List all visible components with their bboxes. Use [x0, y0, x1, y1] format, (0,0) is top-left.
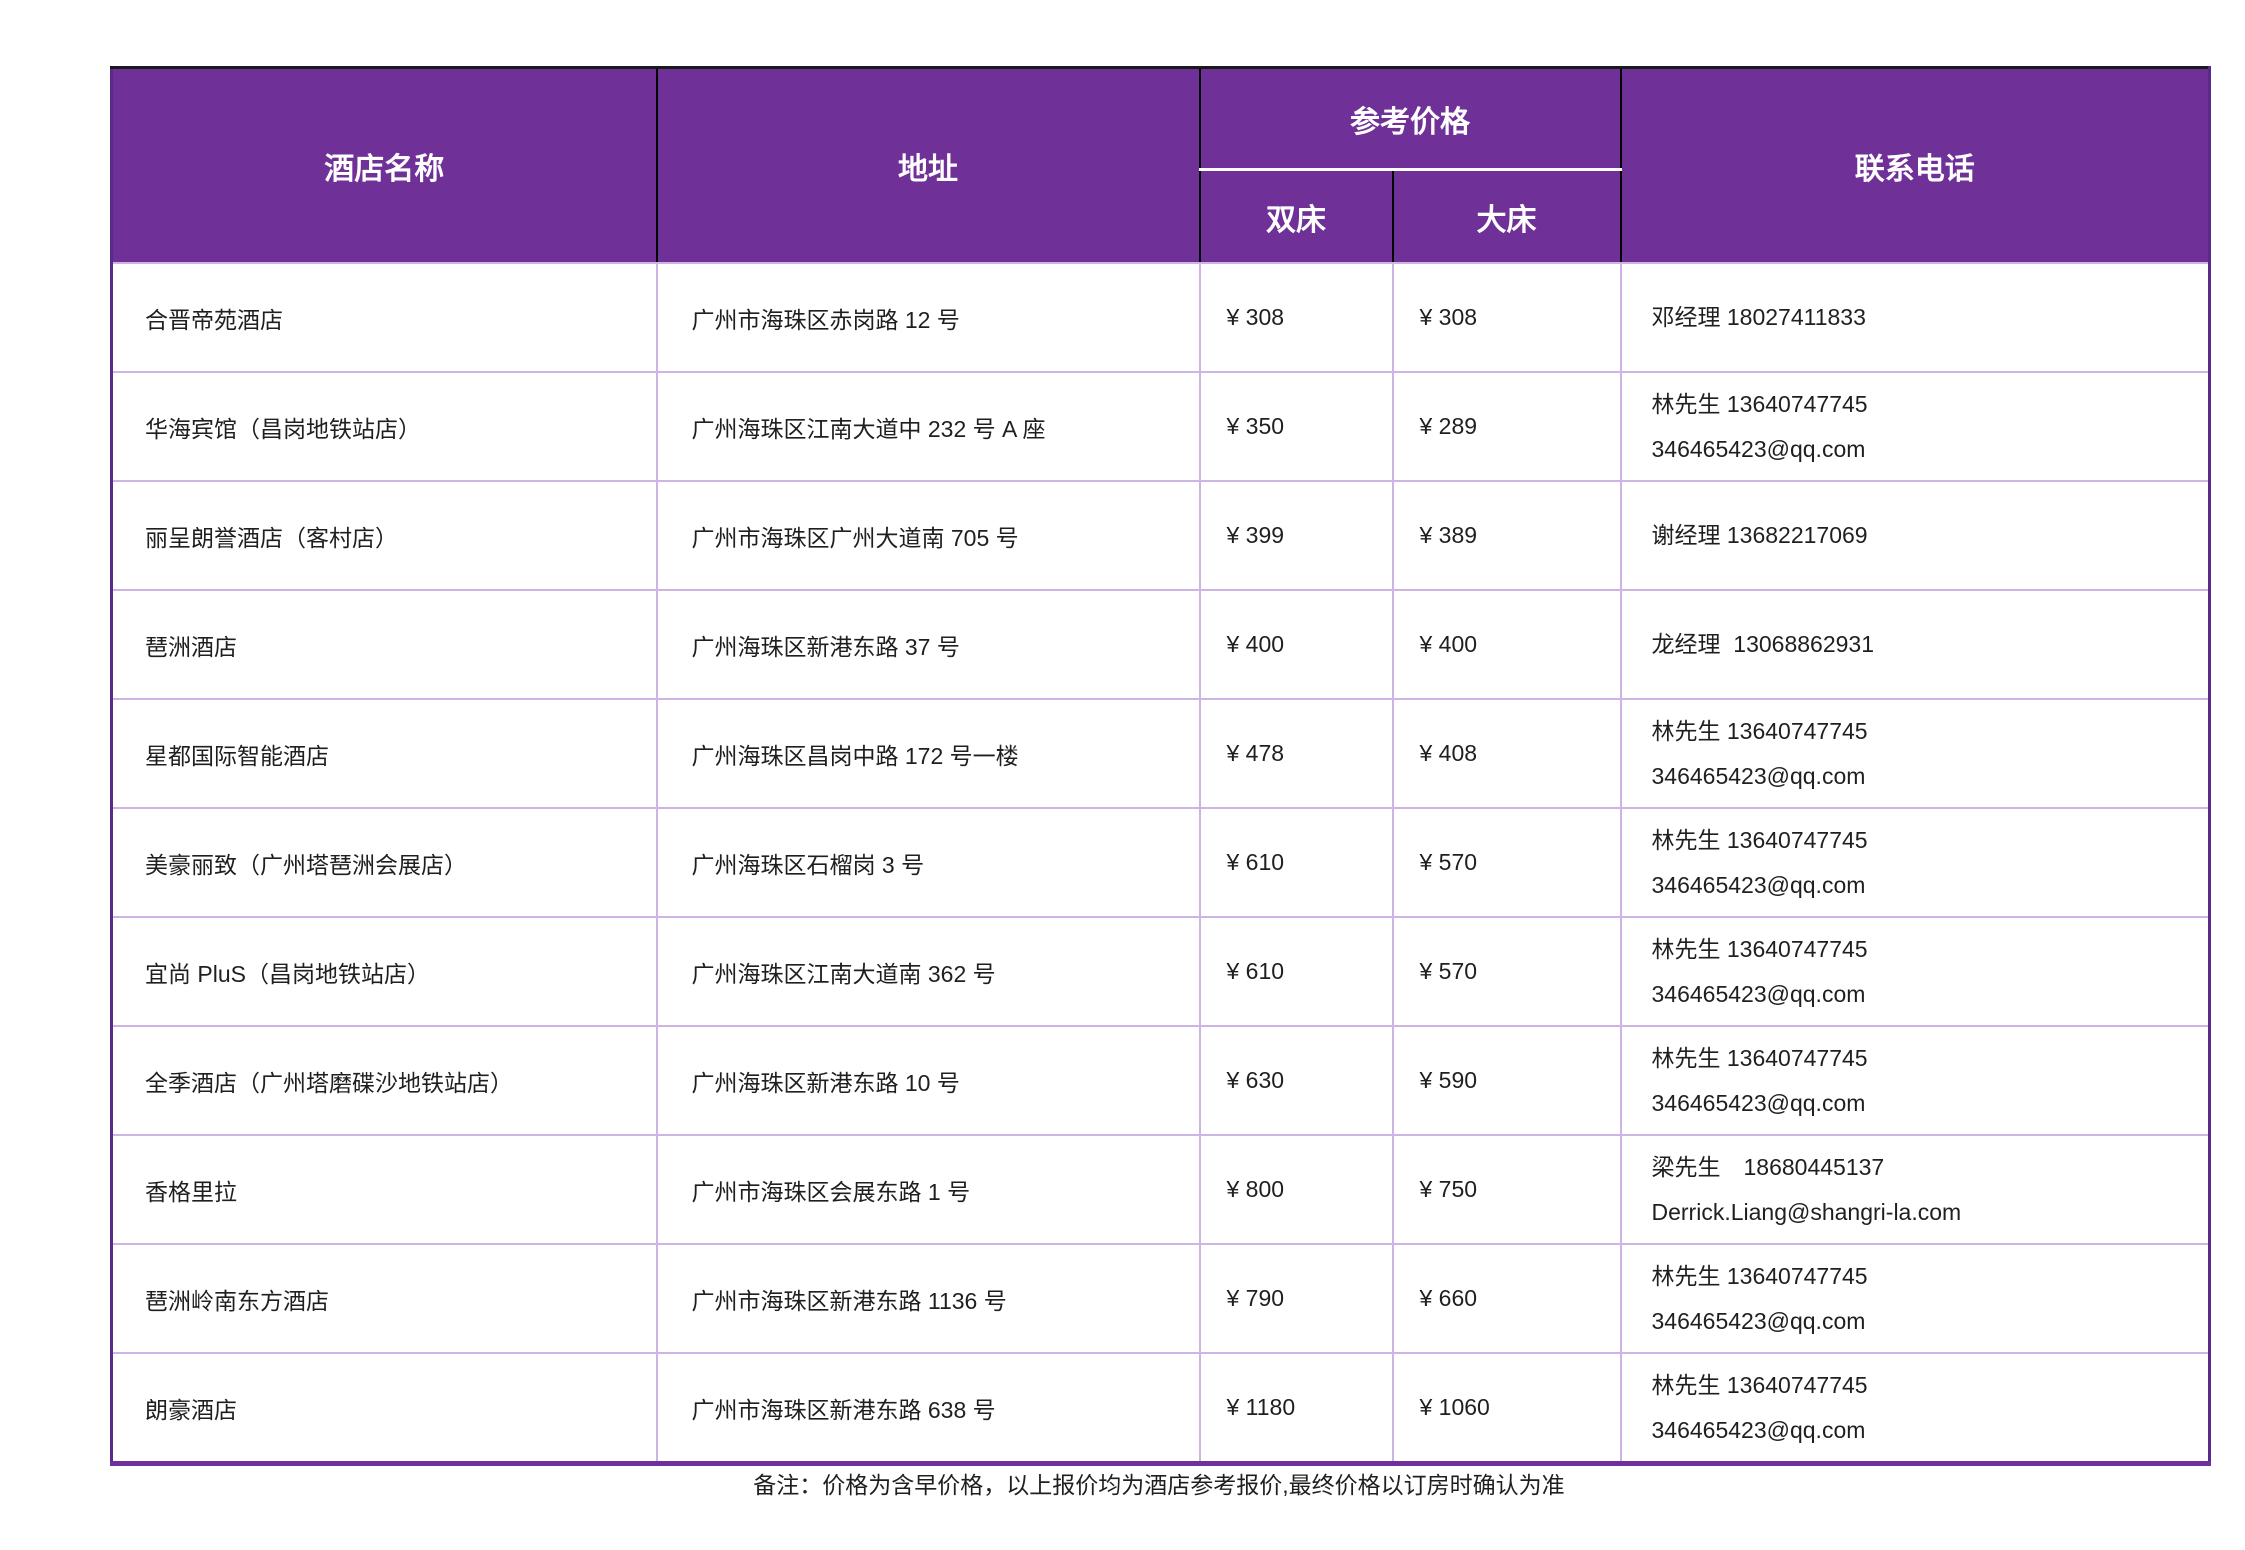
address-cell: 广州市海珠区新港东路 1136 号	[655, 1243, 1201, 1354]
king-price-cell: ¥ 660	[1391, 1243, 1622, 1354]
table-body: 合晋帝苑酒店 广州市海珠区赤岗路 12 号 ¥ 308 ¥ 308 邓经理 18…	[110, 262, 2211, 1465]
contact-line: 346465423@qq.com	[1651, 980, 1866, 1007]
column-header-price-group: 参考价格	[1198, 67, 1621, 171]
table-row: 美豪丽致（广州塔琶洲会展店） 广州海珠区石榴岗 3 号 ¥ 610 ¥ 570 …	[110, 807, 2211, 918]
contact-line: 346465423@qq.com	[1651, 1089, 1866, 1116]
twin-price-cell: ¥ 478	[1198, 698, 1394, 809]
table-row: 香格里拉 广州市海珠区会展东路 1 号 ¥ 800 ¥ 750 梁先生 1868…	[110, 1134, 2211, 1245]
king-price-cell: ¥ 408	[1391, 698, 1622, 809]
hotel-name-cell: 星都国际智能酒店	[110, 698, 658, 809]
contact-line: 林先生 13640747745	[1651, 1044, 1868, 1071]
contact-cell: 梁先生 18680445137 Derrick.Liang@shangri-la…	[1619, 1134, 2211, 1245]
column-header-address: 地址	[655, 67, 1200, 264]
hotel-name-cell: 朗豪酒店	[110, 1352, 658, 1465]
contact-cell: 谢经理 13682217069	[1619, 480, 2211, 591]
hotel-name-cell: 全季酒店（广州塔磨碟沙地铁站店）	[110, 1025, 658, 1136]
king-price-cell: ¥ 750	[1391, 1134, 1622, 1245]
contact-cell: 林先生 13640747745 346465423@qq.com	[1619, 807, 2211, 918]
contact-line: 346465423@qq.com	[1651, 435, 1866, 462]
king-price-cell: ¥ 590	[1391, 1025, 1622, 1136]
address-cell: 广州市海珠区赤岗路 12 号	[655, 262, 1201, 373]
contact-cell: 林先生 13640747745 346465423@qq.com	[1619, 1243, 2211, 1354]
twin-price-cell: ¥ 1180	[1198, 1352, 1394, 1465]
contact-line: 林先生 13640747745	[1651, 935, 1868, 962]
address-cell: 广州海珠区江南大道南 362 号	[655, 916, 1201, 1027]
contact-line: 林先生 13640747745	[1651, 826, 1868, 853]
table-row: 朗豪酒店 广州市海珠区新港东路 638 号 ¥ 1180 ¥ 1060 林先生 …	[110, 1352, 2211, 1465]
twin-price-cell: ¥ 400	[1198, 589, 1394, 700]
twin-price-cell: ¥ 610	[1198, 807, 1394, 918]
contact-cell: 林先生 13640747745 346465423@qq.com	[1619, 1352, 2211, 1465]
address-cell: 广州海珠区石榴岗 3 号	[655, 807, 1201, 918]
twin-price-cell: ¥ 630	[1198, 1025, 1394, 1136]
twin-price-cell: ¥ 610	[1198, 916, 1394, 1027]
king-price-cell: ¥ 1060	[1391, 1352, 1622, 1465]
column-header-phone: 联系电话	[1619, 67, 2210, 264]
king-price-cell: ¥ 289	[1391, 371, 1622, 482]
king-price-cell: ¥ 308	[1391, 262, 1622, 373]
column-header-king-bed: 大床	[1391, 168, 1621, 264]
hotel-name-cell: 美豪丽致（广州塔琶洲会展店）	[110, 807, 658, 918]
contact-line: 林先生 13640747745	[1651, 390, 1868, 417]
column-header-twin-bed: 双床	[1198, 168, 1393, 264]
twin-price-cell: ¥ 399	[1198, 480, 1394, 591]
contact-cell: 林先生 13640747745 346465423@qq.com	[1619, 698, 2211, 809]
contact-line: 346465423@qq.com	[1651, 1416, 1866, 1443]
contact-cell: 林先生 13640747745 346465423@qq.com	[1619, 371, 2211, 482]
contact-cell: 林先生 13640747745 346465423@qq.com	[1619, 916, 2211, 1027]
address-cell: 广州市海珠区新港东路 638 号	[655, 1352, 1201, 1465]
hotel-price-table: 酒店名称 地址 参考价格 联系电话 双床 大床 合晋帝苑酒店 广州市海珠区赤岗路…	[110, 66, 2211, 1466]
hotel-name-cell: 丽呈朗誉酒店（客村店）	[110, 480, 658, 591]
table-row: 星都国际智能酒店 广州海珠区昌岗中路 172 号一楼 ¥ 478 ¥ 408 林…	[110, 698, 2211, 809]
address-cell: 广州海珠区江南大道中 232 号 A 座	[655, 371, 1201, 482]
hotel-name-cell: 香格里拉	[110, 1134, 658, 1245]
table-row: 全季酒店（广州塔磨碟沙地铁站店） 广州海珠区新港东路 10 号 ¥ 630 ¥ …	[110, 1025, 2211, 1136]
table-row: 华海宾馆（昌岗地铁站店） 广州海珠区江南大道中 232 号 A 座 ¥ 350 …	[110, 371, 2211, 482]
contact-line: 林先生 13640747745	[1651, 1371, 1868, 1398]
contact-cell: 林先生 13640747745 346465423@qq.com	[1619, 1025, 2211, 1136]
contact-cell: 邓经理 18027411833	[1619, 262, 2211, 373]
table-row: 合晋帝苑酒店 广州市海珠区赤岗路 12 号 ¥ 308 ¥ 308 邓经理 18…	[110, 262, 2211, 373]
address-cell: 广州市海珠区会展东路 1 号	[655, 1134, 1201, 1245]
table-row: 琶洲岭南东方酒店 广州市海珠区新港东路 1136 号 ¥ 790 ¥ 660 林…	[110, 1243, 2211, 1354]
king-price-cell: ¥ 570	[1391, 807, 1622, 918]
king-price-cell: ¥ 570	[1391, 916, 1622, 1027]
hotel-name-cell: 琶洲岭南东方酒店	[110, 1243, 658, 1354]
twin-price-cell: ¥ 308	[1198, 262, 1394, 373]
table-row: 宜尚 PluS（昌岗地铁站店） 广州海珠区江南大道南 362 号 ¥ 610 ¥…	[110, 916, 2211, 1027]
table-row: 丽呈朗誉酒店（客村店） 广州市海珠区广州大道南 705 号 ¥ 399 ¥ 38…	[110, 480, 2211, 591]
contact-line: 梁先生 18680445137	[1651, 1153, 1885, 1180]
twin-price-cell: ¥ 800	[1198, 1134, 1394, 1245]
contact-line: 346465423@qq.com	[1651, 762, 1866, 789]
contact-line: 龙经理 13068862931	[1651, 631, 1875, 657]
contact-line: 林先生 13640747745	[1651, 1262, 1868, 1289]
king-price-cell: ¥ 389	[1391, 480, 1622, 591]
address-cell: 广州海珠区新港东路 10 号	[655, 1025, 1201, 1136]
twin-price-cell: ¥ 350	[1198, 371, 1394, 482]
contact-line: 346465423@qq.com	[1651, 871, 1866, 898]
footer-note: 备注：价格为含早价格，以上报价均为酒店参考报价,最终价格以订房时确认为准	[753, 1472, 1565, 1498]
page: 酒店名称 地址 参考价格 联系电话 双床 大床 合晋帝苑酒店 广州市海珠区赤岗路…	[0, 0, 2245, 1550]
address-cell: 广州市海珠区广州大道南 705 号	[655, 480, 1201, 591]
hotel-name-cell: 琶洲酒店	[110, 589, 658, 700]
contact-line: Derrick.Liang@shangri-la.com	[1651, 1198, 1962, 1225]
contact-line: 谢经理 13682217069	[1651, 522, 1868, 548]
address-cell: 广州海珠区昌岗中路 172 号一楼	[655, 698, 1201, 809]
column-header-hotel: 酒店名称	[111, 67, 657, 264]
address-cell: 广州海珠区新港东路 37 号	[655, 589, 1201, 700]
contact-line: 邓经理 18027411833	[1651, 304, 1866, 330]
contact-cell: 龙经理 13068862931	[1619, 589, 2211, 700]
hotel-name-cell: 华海宾馆（昌岗地铁站店）	[110, 371, 658, 482]
table-header: 酒店名称 地址 参考价格 联系电话 双床 大床	[111, 67, 2210, 264]
twin-price-cell: ¥ 790	[1198, 1243, 1394, 1354]
hotel-name-cell: 合晋帝苑酒店	[110, 262, 658, 373]
contact-line: 林先生 13640747745	[1651, 717, 1868, 744]
king-price-cell: ¥ 400	[1391, 589, 1622, 700]
contact-line: 346465423@qq.com	[1651, 1307, 1866, 1334]
hotel-name-cell: 宜尚 PluS（昌岗地铁站店）	[110, 916, 658, 1027]
table-row: 琶洲酒店 广州海珠区新港东路 37 号 ¥ 400 ¥ 400 龙经理 1306…	[110, 589, 2211, 700]
